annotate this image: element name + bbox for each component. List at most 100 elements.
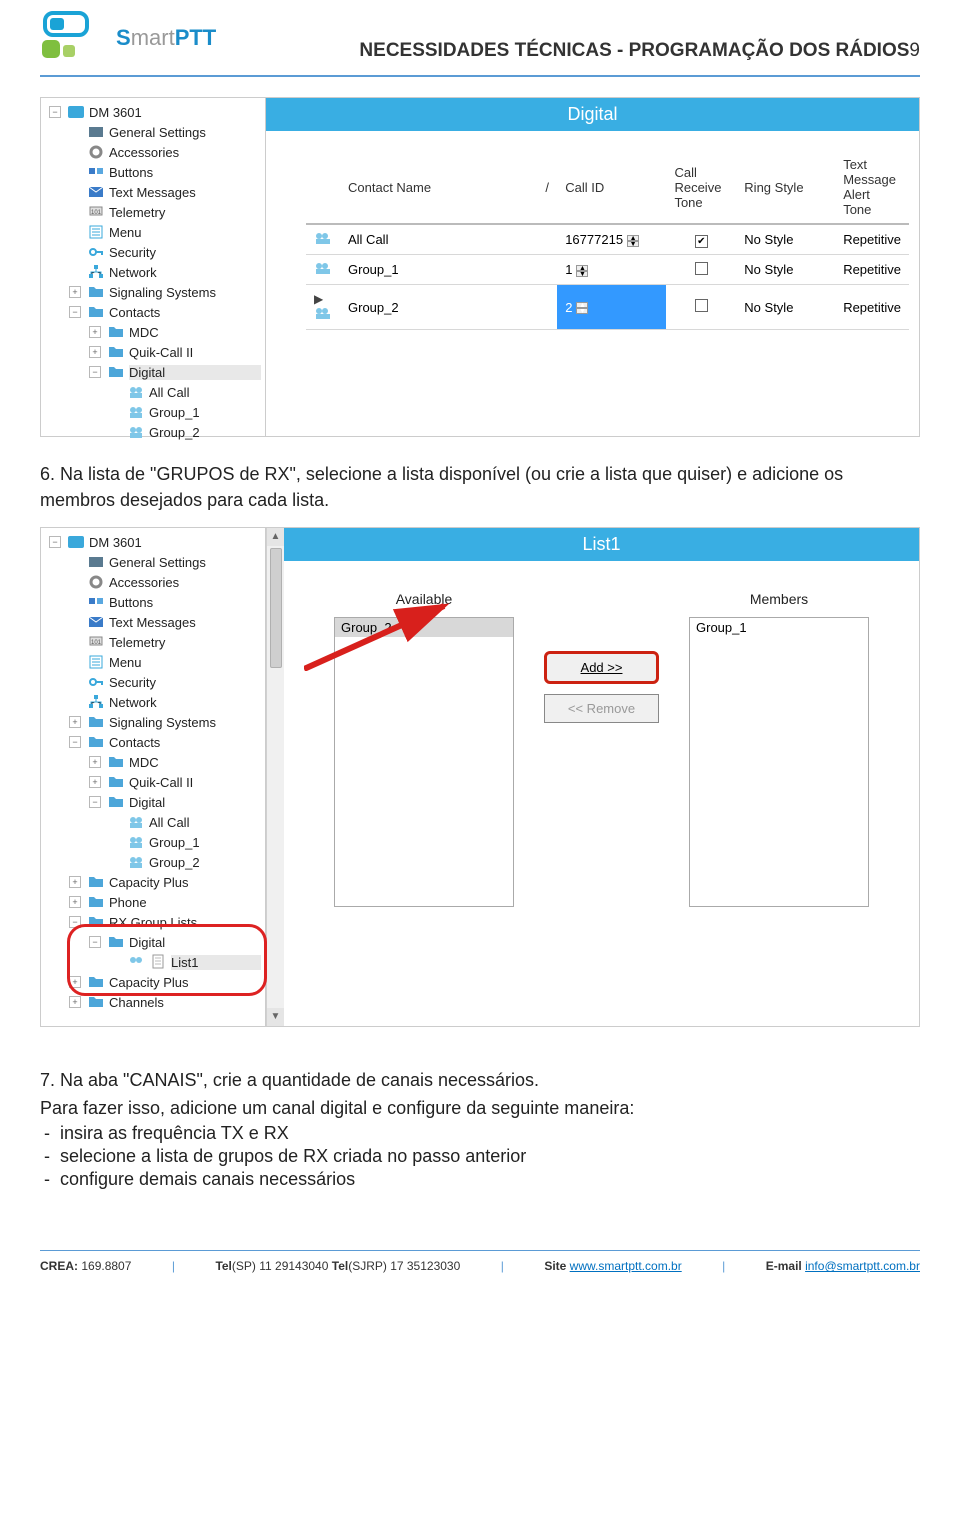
tree-item[interactable]: −RX Group Lists: [41, 912, 265, 932]
col-sort[interactable]: /: [537, 151, 557, 224]
col-call-receive-tone[interactable]: Call Receive Tone: [666, 151, 736, 224]
expand-icon[interactable]: +: [89, 326, 101, 338]
tree-item[interactable]: Group_2: [41, 852, 265, 872]
col-text-msg-tone[interactable]: Text Message Alert Tone: [835, 151, 909, 224]
tree-item[interactable]: −Contacts: [41, 732, 265, 752]
expand-icon[interactable]: −: [69, 916, 81, 928]
tree-item[interactable]: General Settings: [41, 552, 265, 572]
cell-call-id[interactable]: 16777215▲▼: [557, 224, 666, 255]
tree-item[interactable]: +Signaling Systems: [41, 282, 265, 302]
cell-tone[interactable]: Repetitive: [835, 224, 909, 255]
cell-call-id[interactable]: 2▲▼: [557, 285, 666, 330]
col-ring-style[interactable]: Ring Style: [736, 151, 835, 224]
tree-item[interactable]: All Call: [41, 382, 265, 402]
checkbox[interactable]: [695, 299, 708, 312]
expand-icon[interactable]: +: [69, 716, 81, 728]
expand-icon[interactable]: −: [89, 366, 101, 378]
col-contact-name[interactable]: Contact Name: [340, 151, 537, 224]
tree-item[interactable]: General Settings: [41, 122, 265, 142]
expand-icon[interactable]: −: [89, 796, 101, 808]
expand-icon[interactable]: +: [89, 776, 101, 788]
expand-icon[interactable]: −: [69, 736, 81, 748]
checkbox[interactable]: ✔: [695, 235, 708, 248]
tree-item[interactable]: +MDC: [41, 322, 265, 342]
expand-icon[interactable]: −: [69, 306, 81, 318]
tree-item[interactable]: 101Telemetry: [41, 202, 265, 222]
cell-tone[interactable]: Repetitive: [835, 285, 909, 330]
tree-item[interactable]: −Contacts: [41, 302, 265, 322]
cell-ring-style[interactable]: No Style: [736, 285, 835, 330]
table-row[interactable]: ▶Group_22▲▼No StyleRepetitive: [306, 285, 909, 330]
expand-icon[interactable]: +: [89, 756, 101, 768]
expand-icon[interactable]: +: [69, 896, 81, 908]
collapse-icon[interactable]: −: [89, 936, 101, 948]
scroll-thumb[interactable]: [270, 548, 282, 668]
tree-item[interactable]: Menu: [41, 652, 265, 672]
site-link[interactable]: www.smartptt.com.br: [570, 1259, 682, 1273]
list-item[interactable]: Group_1: [690, 618, 868, 637]
tree-item[interactable]: Group_1: [41, 402, 265, 422]
col-call-id[interactable]: Call ID: [557, 151, 666, 224]
tree-item[interactable]: List1: [41, 952, 265, 972]
tree-item[interactable]: −Digital: [41, 792, 265, 812]
tree-item[interactable]: Text Messages: [41, 612, 265, 632]
tree-item[interactable]: +Channels: [41, 992, 265, 1012]
tree-item[interactable]: Buttons: [41, 162, 265, 182]
tree-item[interactable]: Group_1: [41, 832, 265, 852]
cell-contact-name[interactable]: Group_2: [340, 285, 537, 330]
cell-tone[interactable]: Repetitive: [835, 255, 909, 285]
tree-item[interactable]: Menu: [41, 222, 265, 242]
tree-item[interactable]: −Digital: [41, 932, 265, 952]
tree-item[interactable]: +Capacity Plus: [41, 972, 265, 992]
cell-contact-name[interactable]: All Call: [340, 224, 537, 255]
cell-crt[interactable]: [666, 285, 736, 330]
tree-item[interactable]: +MDC: [41, 752, 265, 772]
remove-button[interactable]: << Remove: [544, 694, 659, 723]
tree-item[interactable]: Security: [41, 242, 265, 262]
expand-icon[interactable]: +: [69, 286, 81, 298]
scroll-down-icon[interactable]: ▼: [267, 1008, 284, 1026]
tree-item[interactable]: All Call: [41, 812, 265, 832]
tree-item[interactable]: Accessories: [41, 142, 265, 162]
tree-item[interactable]: Buttons: [41, 592, 265, 612]
tree-item[interactable]: +Quik-Call II: [41, 342, 265, 362]
tree-item[interactable]: Accessories: [41, 572, 265, 592]
cell-ring-style[interactable]: No Style: [736, 255, 835, 285]
tree-item[interactable]: 101Telemetry: [41, 632, 265, 652]
tree-item[interactable]: −Digital: [41, 362, 265, 382]
available-listbox[interactable]: Group_2: [334, 617, 514, 907]
tree-item[interactable]: Group_2: [41, 422, 265, 442]
collapse-icon[interactable]: −: [49, 536, 61, 548]
tree-root[interactable]: −DM 3601: [41, 102, 265, 122]
tree-item[interactable]: +Phone: [41, 892, 265, 912]
expand-icon[interactable]: +: [69, 996, 81, 1008]
cell-ring-style[interactable]: No Style: [736, 224, 835, 255]
add-button[interactable]: Add >>: [544, 651, 659, 684]
tree-item[interactable]: Security: [41, 672, 265, 692]
scroll-up-icon[interactable]: ▲: [267, 528, 284, 546]
cell-crt[interactable]: ✔: [666, 224, 736, 255]
tree-item[interactable]: +Signaling Systems: [41, 712, 265, 732]
list-item[interactable]: Group_2: [335, 618, 513, 637]
checkbox[interactable]: [695, 262, 708, 275]
members-listbox[interactable]: Group_1: [689, 617, 869, 907]
tree-item[interactable]: Network: [41, 692, 265, 712]
tree-scrollbar[interactable]: ▲ ▼: [266, 528, 284, 1026]
cell-call-id[interactable]: 1▲▼: [557, 255, 666, 285]
tree-item[interactable]: +Quik-Call II: [41, 772, 265, 792]
expand-icon[interactable]: +: [89, 346, 101, 358]
table-row[interactable]: All Call 16777215▲▼ ✔ No StyleRepetitive: [306, 224, 909, 255]
expand-icon[interactable]: +: [69, 976, 81, 988]
cell-contact-name[interactable]: Group_1: [340, 255, 537, 285]
expand-icon[interactable]: +: [69, 876, 81, 888]
collapse-icon[interactable]: −: [49, 106, 61, 118]
spinner[interactable]: ▲▼: [576, 302, 588, 314]
email-link[interactable]: info@smartptt.com.br: [805, 1259, 920, 1273]
spinner[interactable]: ▲▼: [576, 265, 588, 277]
tree-root[interactable]: −DM 3601: [41, 532, 265, 552]
spinner[interactable]: ▲▼: [627, 235, 639, 247]
cell-crt[interactable]: [666, 255, 736, 285]
tree-item[interactable]: Text Messages: [41, 182, 265, 202]
tree-item[interactable]: Network: [41, 262, 265, 282]
tree-item[interactable]: +Capacity Plus: [41, 872, 265, 892]
